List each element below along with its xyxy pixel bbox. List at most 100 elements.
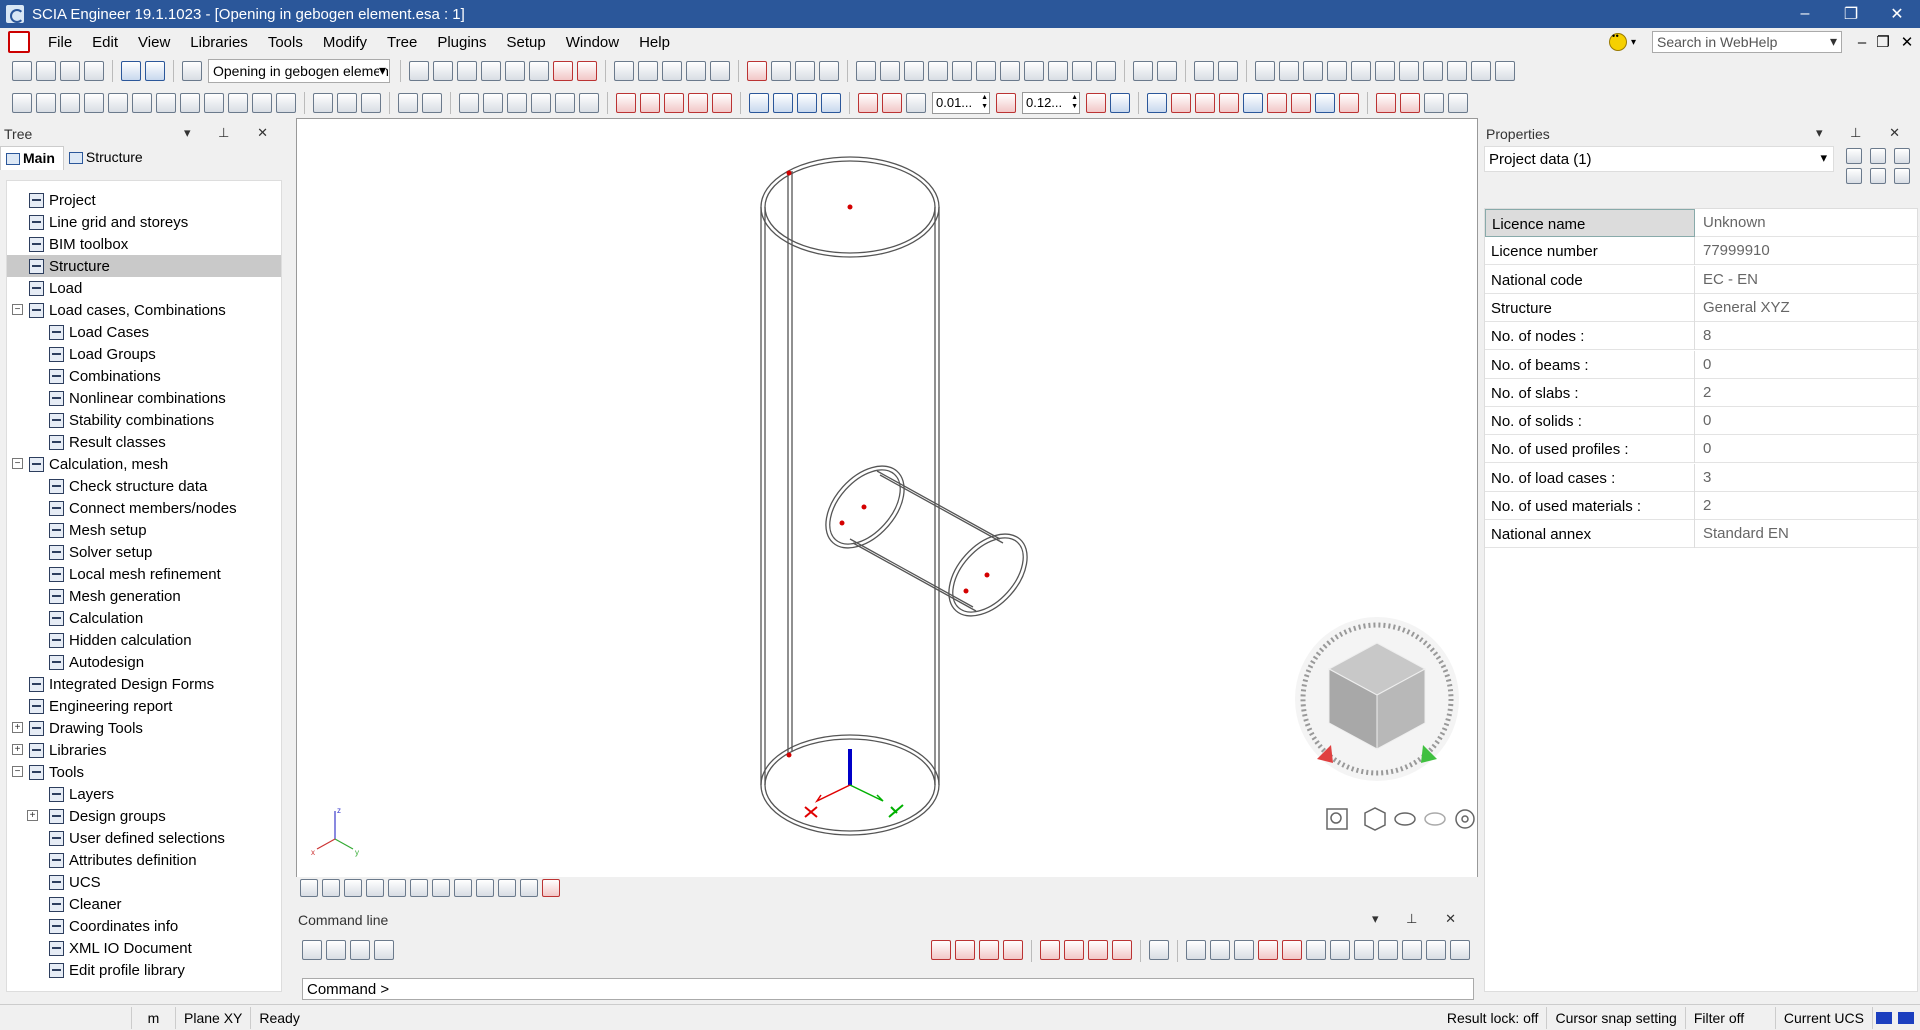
filter-icon[interactable]: [1243, 93, 1263, 113]
mdi-minimize-button[interactable]: –: [1852, 34, 1872, 51]
tree-item[interactable]: Load cases, Combinations: [29, 299, 226, 321]
structure-icon[interactable]: [180, 93, 200, 113]
menu-setup[interactable]: Setup: [497, 34, 556, 51]
grid-snap-icon[interactable]: [1186, 940, 1206, 960]
tool-icon[interactable]: [529, 61, 549, 81]
display-icon[interactable]: [1194, 61, 1214, 81]
tree-item[interactable]: User defined selections: [49, 827, 225, 849]
chevron-down-icon[interactable]: ▾: [1631, 37, 1636, 48]
view-option-icon[interactable]: [322, 879, 340, 897]
node-point[interactable]: [786, 752, 792, 758]
menu-plugins[interactable]: Plugins: [427, 34, 496, 51]
view-option-icon[interactable]: [344, 879, 362, 897]
tree-item[interactable]: Stability combinations: [49, 409, 214, 431]
filter-icon[interactable]: [1147, 93, 1167, 113]
property-value[interactable]: 3: [1697, 464, 1919, 492]
menu-view[interactable]: View: [128, 34, 180, 51]
structure-icon[interactable]: [84, 93, 104, 113]
tool-icon[interactable]: [350, 940, 370, 960]
scale-icon[interactable]: [1086, 93, 1106, 113]
snap-icon[interactable]: [1258, 940, 1278, 960]
zoom-icon[interactable]: [1096, 61, 1116, 81]
zoom-icon[interactable]: [1048, 61, 1068, 81]
menu-help[interactable]: Help: [629, 34, 680, 51]
status-result-lock[interactable]: Result lock: off: [1439, 1006, 1548, 1029]
property-value[interactable]: 8: [1697, 322, 1919, 350]
folder-icon[interactable]: [906, 93, 926, 113]
property-value[interactable]: 0: [1697, 351, 1919, 379]
tree-item[interactable]: Libraries: [29, 739, 107, 761]
filter-icon[interactable]: [1870, 148, 1886, 164]
active-view-select[interactable]: Opening in gebogen element: [208, 59, 390, 83]
structure-icon[interactable]: [252, 93, 272, 113]
scale-spinner-2[interactable]: 0.12...: [1022, 92, 1080, 114]
load-icon[interactable]: [337, 93, 357, 113]
check-icon[interactable]: [1376, 93, 1396, 113]
snap-icon[interactable]: [1088, 940, 1108, 960]
property-value[interactable]: 77999910: [1697, 237, 1919, 265]
tool-icon[interactable]: [326, 940, 346, 960]
select-icon[interactable]: [819, 61, 839, 81]
tree-item[interactable]: BIM toolbox: [29, 233, 128, 255]
new-icon[interactable]: [12, 61, 32, 81]
tree-item[interactable]: Drawing Tools: [29, 717, 143, 739]
line-icon[interactable]: [616, 93, 636, 113]
tool-icon[interactable]: [481, 61, 501, 81]
property-row[interactable]: Licence number 77999910: [1485, 237, 1919, 266]
property-value[interactable]: Standard EN: [1697, 520, 1919, 548]
tree-item[interactable]: Integrated Design Forms: [29, 673, 214, 695]
document-icon[interactable]: [710, 61, 730, 81]
snap-icon[interactable]: [749, 93, 769, 113]
mdi-restore-button[interactable]: ❐: [1872, 33, 1894, 51]
structure-icon[interactable]: [108, 93, 128, 113]
property-row[interactable]: No. of load cases :3: [1485, 463, 1919, 492]
tab-structure[interactable]: Structure: [64, 146, 151, 170]
snap-icon[interactable]: [1234, 940, 1254, 960]
view-option-icon[interactable]: [300, 879, 318, 897]
structure-icon[interactable]: [12, 93, 32, 113]
window-icon[interactable]: [1327, 61, 1347, 81]
check-icon[interactable]: [1424, 93, 1444, 113]
property-value[interactable]: 2: [1697, 492, 1919, 520]
structure-icon[interactable]: [156, 93, 176, 113]
edit-icon[interactable]: [1894, 148, 1910, 164]
save-as-icon[interactable]: [84, 61, 104, 81]
structure-icon[interactable]: [60, 93, 80, 113]
collapse-icon[interactable]: −: [12, 458, 23, 469]
property-value[interactable]: 2: [1697, 379, 1919, 407]
tree-item[interactable]: Calculation, mesh: [29, 453, 168, 475]
document-icon[interactable]: [662, 61, 682, 81]
expand-icon[interactable]: +: [12, 722, 23, 733]
tree-item[interactable]: Local mesh refinement: [49, 563, 221, 585]
modify-icon[interactable]: [531, 93, 551, 113]
node-point[interactable]: [861, 504, 867, 510]
dimension-icon[interactable]: [640, 93, 660, 113]
pane-controls-icon[interactable]: ▾ ⊥ ✕: [184, 125, 280, 141]
view-window-icon[interactable]: [182, 61, 202, 81]
window-icon[interactable]: [1375, 61, 1395, 81]
tool-icon[interactable]: [433, 61, 453, 81]
3d-view-icon[interactable]: [1364, 807, 1386, 831]
snap-icon[interactable]: [1040, 940, 1060, 960]
webhelp-search-input[interactable]: Search in WebHelp: [1652, 31, 1842, 53]
save-icon[interactable]: [60, 61, 80, 81]
view-option-icon[interactable]: [520, 879, 538, 897]
angle-icon[interactable]: [712, 93, 732, 113]
filter-icon[interactable]: [1267, 93, 1287, 113]
render-icon[interactable]: [1133, 61, 1153, 81]
label-icon[interactable]: [410, 879, 428, 897]
tool-icon[interactable]: [409, 61, 429, 81]
window-icon[interactable]: [1279, 61, 1299, 81]
window-icon[interactable]: [1471, 61, 1491, 81]
structure-icon[interactable]: [204, 93, 224, 113]
pane-controls-icon[interactable]: ▾ ⊥ ✕: [1372, 911, 1468, 927]
brush-icon[interactable]: [1846, 168, 1862, 184]
tree-item[interactable]: Engineering report: [29, 695, 172, 717]
property-row[interactable]: No. of solids :0: [1485, 407, 1919, 436]
tool-icon[interactable]: [577, 61, 597, 81]
window-icon[interactable]: [1423, 61, 1443, 81]
node-point[interactable]: [847, 204, 853, 210]
select-icon[interactable]: [747, 61, 767, 81]
circle-icon[interactable]: [688, 93, 708, 113]
filter-icon[interactable]: [1219, 93, 1239, 113]
